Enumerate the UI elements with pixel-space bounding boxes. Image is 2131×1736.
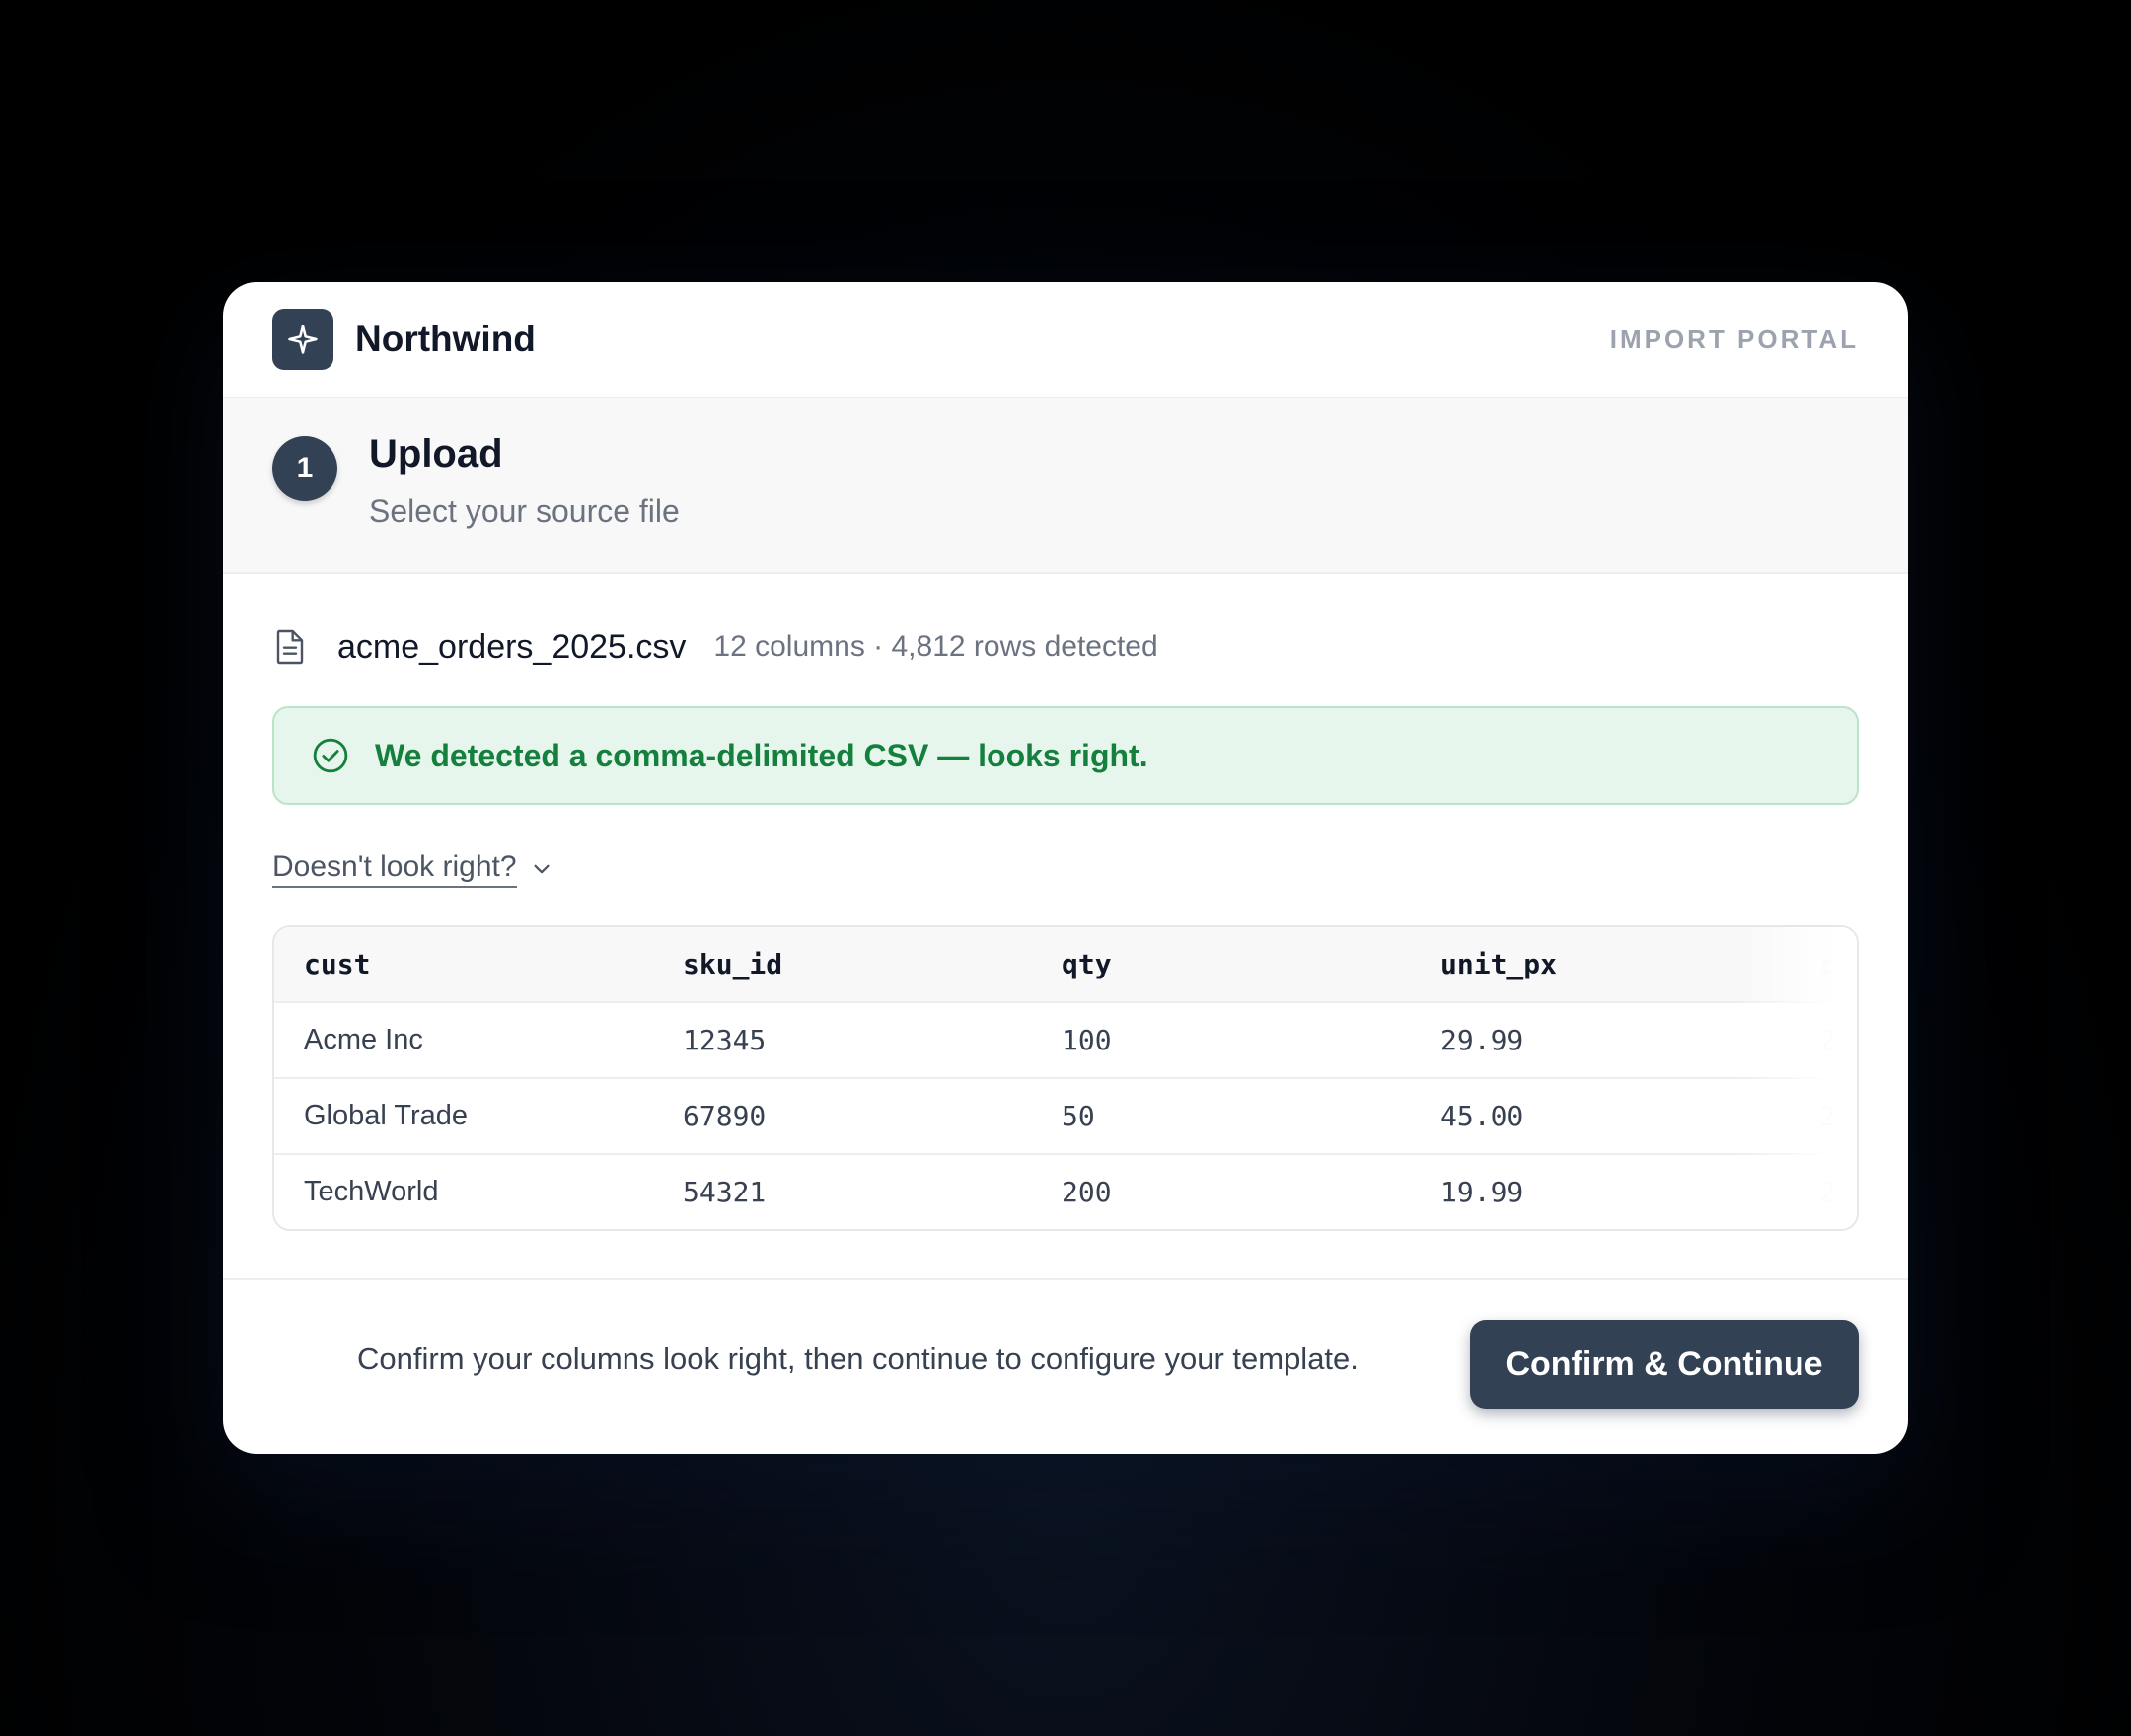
column-header: cust: [304, 948, 371, 980]
preview-table[interactable]: cust sku_id qty unit_px c Acme Inc 12345…: [272, 925, 1859, 1231]
table-header-row: cust sku_id qty unit_px c: [274, 927, 1857, 1003]
doesnt-look-right-toggle[interactable]: Doesn't look right?: [272, 850, 552, 888]
file-meta: 12 columns · 4,812 rows detected: [713, 630, 1158, 663]
table-cell: 2: [1819, 1176, 1836, 1208]
brand-name: Northwind: [355, 319, 536, 359]
dialog-header: Northwind IMPORT PORTAL: [223, 282, 1908, 398]
table-cell: 67890: [683, 1100, 767, 1132]
column-header: unit_px: [1440, 948, 1558, 980]
table-row: TechWorld 54321 200 19.99 2: [274, 1155, 1857, 1229]
table-cell: 19.99: [1440, 1176, 1524, 1208]
table-cell: Acme Inc: [304, 1024, 423, 1055]
table-cell: Global Trade: [304, 1100, 469, 1131]
file-summary: acme_orders_2025.csv 12 columns · 4,812 …: [272, 625, 1158, 669]
alert-message: We detected a comma-delimited CSV — look…: [375, 737, 1148, 773]
table-cell: 12345: [683, 1024, 767, 1056]
footer-hint: Confirm your columns look right, then co…: [357, 1341, 1359, 1376]
table-row: Global Trade 67890 50 45.00 2: [274, 1079, 1857, 1155]
step-title: Upload: [369, 432, 503, 475]
table-cell: 54321: [683, 1176, 767, 1208]
file-icon: [272, 627, 308, 667]
table-cell: 2: [1819, 1024, 1836, 1056]
table-cell: TechWorld: [304, 1176, 439, 1207]
table-cell: 45.00: [1440, 1100, 1524, 1132]
dialog-body: acme_orders_2025.csv 12 columns · 4,812 …: [223, 574, 1908, 1280]
sparkle-icon: [272, 309, 333, 370]
table-cell: 200: [1062, 1176, 1112, 1208]
step-subtitle: Select your source file: [369, 493, 680, 529]
import-dialog: Northwind IMPORT PORTAL 1 Upload Select …: [223, 282, 1908, 1454]
check-circle-icon: [312, 737, 349, 774]
table-row: Acme Inc 12345 100 29.99 2: [274, 1003, 1857, 1079]
table-cell: 2: [1819, 1100, 1836, 1132]
file-name: acme_orders_2025.csv: [337, 627, 687, 666]
column-header: c: [1819, 948, 1836, 980]
confirm-continue-button[interactable]: Confirm & Continue: [1470, 1320, 1859, 1409]
table-cell: 100: [1062, 1024, 1112, 1056]
backdrop: Northwind IMPORT PORTAL 1 Upload Select …: [0, 0, 2131, 1736]
chevron-down-icon[interactable]: [531, 858, 552, 880]
table-cell: 50: [1062, 1100, 1095, 1132]
column-header: sku_id: [683, 948, 783, 980]
column-header: qty: [1062, 948, 1112, 980]
toggle-label[interactable]: Doesn't look right?: [272, 850, 517, 888]
table-cell: 29.99: [1440, 1024, 1524, 1056]
step-section: 1 Upload Select your source file: [223, 398, 1908, 574]
detection-alert: We detected a comma-delimited CSV — look…: [272, 706, 1859, 805]
step-number-badge: 1: [272, 436, 337, 501]
dialog-footer: Confirm your columns look right, then co…: [223, 1280, 1908, 1454]
portal-label: IMPORT PORTAL: [1609, 324, 1859, 354]
